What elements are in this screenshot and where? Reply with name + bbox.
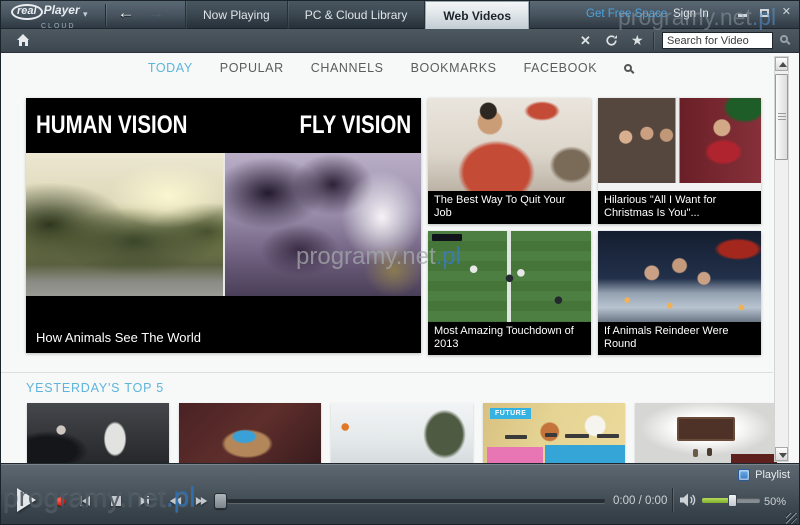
nav-bookmarks[interactable]: BOOKMARKS	[411, 61, 497, 75]
logo-player: Player	[44, 3, 80, 17]
volume-handle[interactable]	[728, 494, 737, 507]
featured-thumbnail-overlay: HUMAN VISION FLY VISION	[26, 98, 421, 153]
realplayer-logo: realPlayer CLOUD	[11, 4, 80, 32]
main-tabstrip: Now Playing PC & Cloud Library Web Video…	[185, 1, 530, 29]
scrollbar-thumb[interactable]	[775, 74, 788, 160]
time-display: 0:00 / 0:00	[613, 495, 667, 507]
play-button[interactable]	[17, 488, 36, 512]
search-input[interactable]	[662, 32, 773, 49]
nav-facebook[interactable]: FACEBOOK	[524, 61, 598, 75]
video-thumbnail	[428, 231, 591, 322]
player-divider	[672, 488, 673, 512]
featured-thumbnail	[26, 153, 421, 296]
overlay-human-vision: HUMAN VISION	[36, 111, 187, 140]
tab-web-videos[interactable]: Web Videos	[425, 1, 529, 29]
realplayer-window: realPlayer CLOUD ▾ ← → Now Playing PC & …	[0, 0, 800, 525]
maximize-button[interactable]	[760, 9, 769, 17]
next-button[interactable]	[139, 496, 149, 506]
minimize-button[interactable]	[738, 14, 747, 17]
record-button[interactable]	[56, 497, 65, 506]
video-card[interactable]: If Animals Reindeer Were Round	[598, 231, 761, 355]
nav-search-icon[interactable]	[624, 64, 632, 72]
nav-popular[interactable]: POPULAR	[220, 61, 284, 75]
player-bar: Playlist 0:00 / 0:00 50%	[1, 463, 799, 525]
section-divider	[1, 372, 773, 373]
playlist-button[interactable]: Playlist	[738, 469, 790, 481]
video-thumbnail	[598, 98, 761, 191]
nav-today[interactable]: TODAY	[148, 61, 193, 75]
rewind-button[interactable]	[169, 496, 182, 506]
home-icon[interactable]	[17, 34, 30, 46]
top5-thumbnail-3[interactable]	[331, 403, 473, 463]
video-card[interactable]: Hilarious "All I Want for Christmas Is Y…	[598, 98, 761, 224]
fast-forward-button[interactable]	[195, 496, 208, 506]
stop-loading-icon[interactable]: ✕	[580, 33, 591, 49]
scroll-down-button[interactable]	[775, 447, 788, 461]
video-thumbnail	[598, 231, 761, 322]
featured-video-card[interactable]: HUMAN VISION FLY VISION How Animals See …	[26, 98, 421, 353]
vertical-scrollbar[interactable]	[774, 56, 789, 462]
logo-dropdown-chevron-icon[interactable]: ▾	[83, 9, 88, 20]
tab-now-playing[interactable]: Now Playing	[186, 1, 288, 29]
title-bar: realPlayer CLOUD ▾ ← → Now Playing PC & …	[1, 1, 799, 29]
logo-real: real	[11, 4, 43, 20]
window-controls: ✕	[738, 7, 791, 18]
forward-arrow-icon: →	[143, 3, 169, 23]
playlist-label: Playlist	[755, 469, 790, 481]
previous-button[interactable]	[80, 496, 90, 506]
video-title: The Best Way To Quit Your Job	[428, 191, 591, 224]
volume-percent: 50%	[764, 496, 786, 508]
browser-toolbar: ✕ ★	[1, 29, 799, 53]
back-arrow-icon[interactable]: ←	[113, 3, 139, 23]
refresh-icon[interactable]	[605, 34, 618, 50]
seek-handle[interactable]	[214, 493, 227, 509]
scroll-up-button[interactable]	[775, 57, 788, 71]
stop-button[interactable]	[111, 496, 121, 506]
titlebar-divider	[105, 4, 106, 26]
top5-thumbnail-4[interactable]: FUTURE	[483, 403, 625, 463]
playlist-icon	[738, 469, 750, 481]
video-card[interactable]: The Best Way To Quit Your Job	[428, 98, 591, 224]
nav-channels[interactable]: CHANNELS	[311, 61, 384, 75]
seek-slider[interactable]	[227, 499, 605, 503]
featured-video-title: How Animals See The World	[26, 296, 421, 353]
web-videos-content: TODAY POPULAR CHANNELS BOOKMARKS FACEBOO…	[1, 53, 799, 463]
future-label: FUTURE	[490, 408, 531, 419]
speaker-icon[interactable]	[680, 493, 697, 512]
video-thumbnail	[428, 98, 591, 191]
sign-in-link[interactable]: Sign In	[673, 8, 709, 20]
video-title: Hilarious "All I Want for Christmas Is Y…	[598, 191, 761, 224]
top5-thumbnail-1[interactable]	[27, 403, 169, 463]
human-vision-image	[26, 153, 223, 296]
toolbar-divider	[653, 32, 654, 50]
top5-thumbnail-2[interactable]	[179, 403, 321, 463]
category-nav: TODAY POPULAR CHANNELS BOOKMARKS FACEBOO…	[1, 53, 779, 83]
yesterdays-top5-heading: YESTERDAY'S TOP 5	[26, 381, 164, 395]
get-free-space-link[interactable]: Get Free Space	[586, 8, 667, 20]
video-card[interactable]: Most Amazing Touchdown of 2013	[428, 231, 591, 355]
video-title: Most Amazing Touchdown of 2013	[428, 322, 591, 355]
tab-pc-cloud-library[interactable]: PC & Cloud Library	[288, 1, 426, 29]
video-title: If Animals Reindeer Were Round	[598, 322, 761, 355]
bookmark-star-icon[interactable]: ★	[631, 32, 644, 49]
top5-thumbnail-5[interactable]	[635, 403, 777, 463]
search-icon[interactable]	[780, 35, 788, 43]
close-button[interactable]: ✕	[782, 7, 791, 18]
fly-vision-image	[225, 153, 421, 296]
overlay-fly-vision: FLY VISION	[299, 111, 411, 140]
resize-grip[interactable]	[786, 513, 797, 524]
